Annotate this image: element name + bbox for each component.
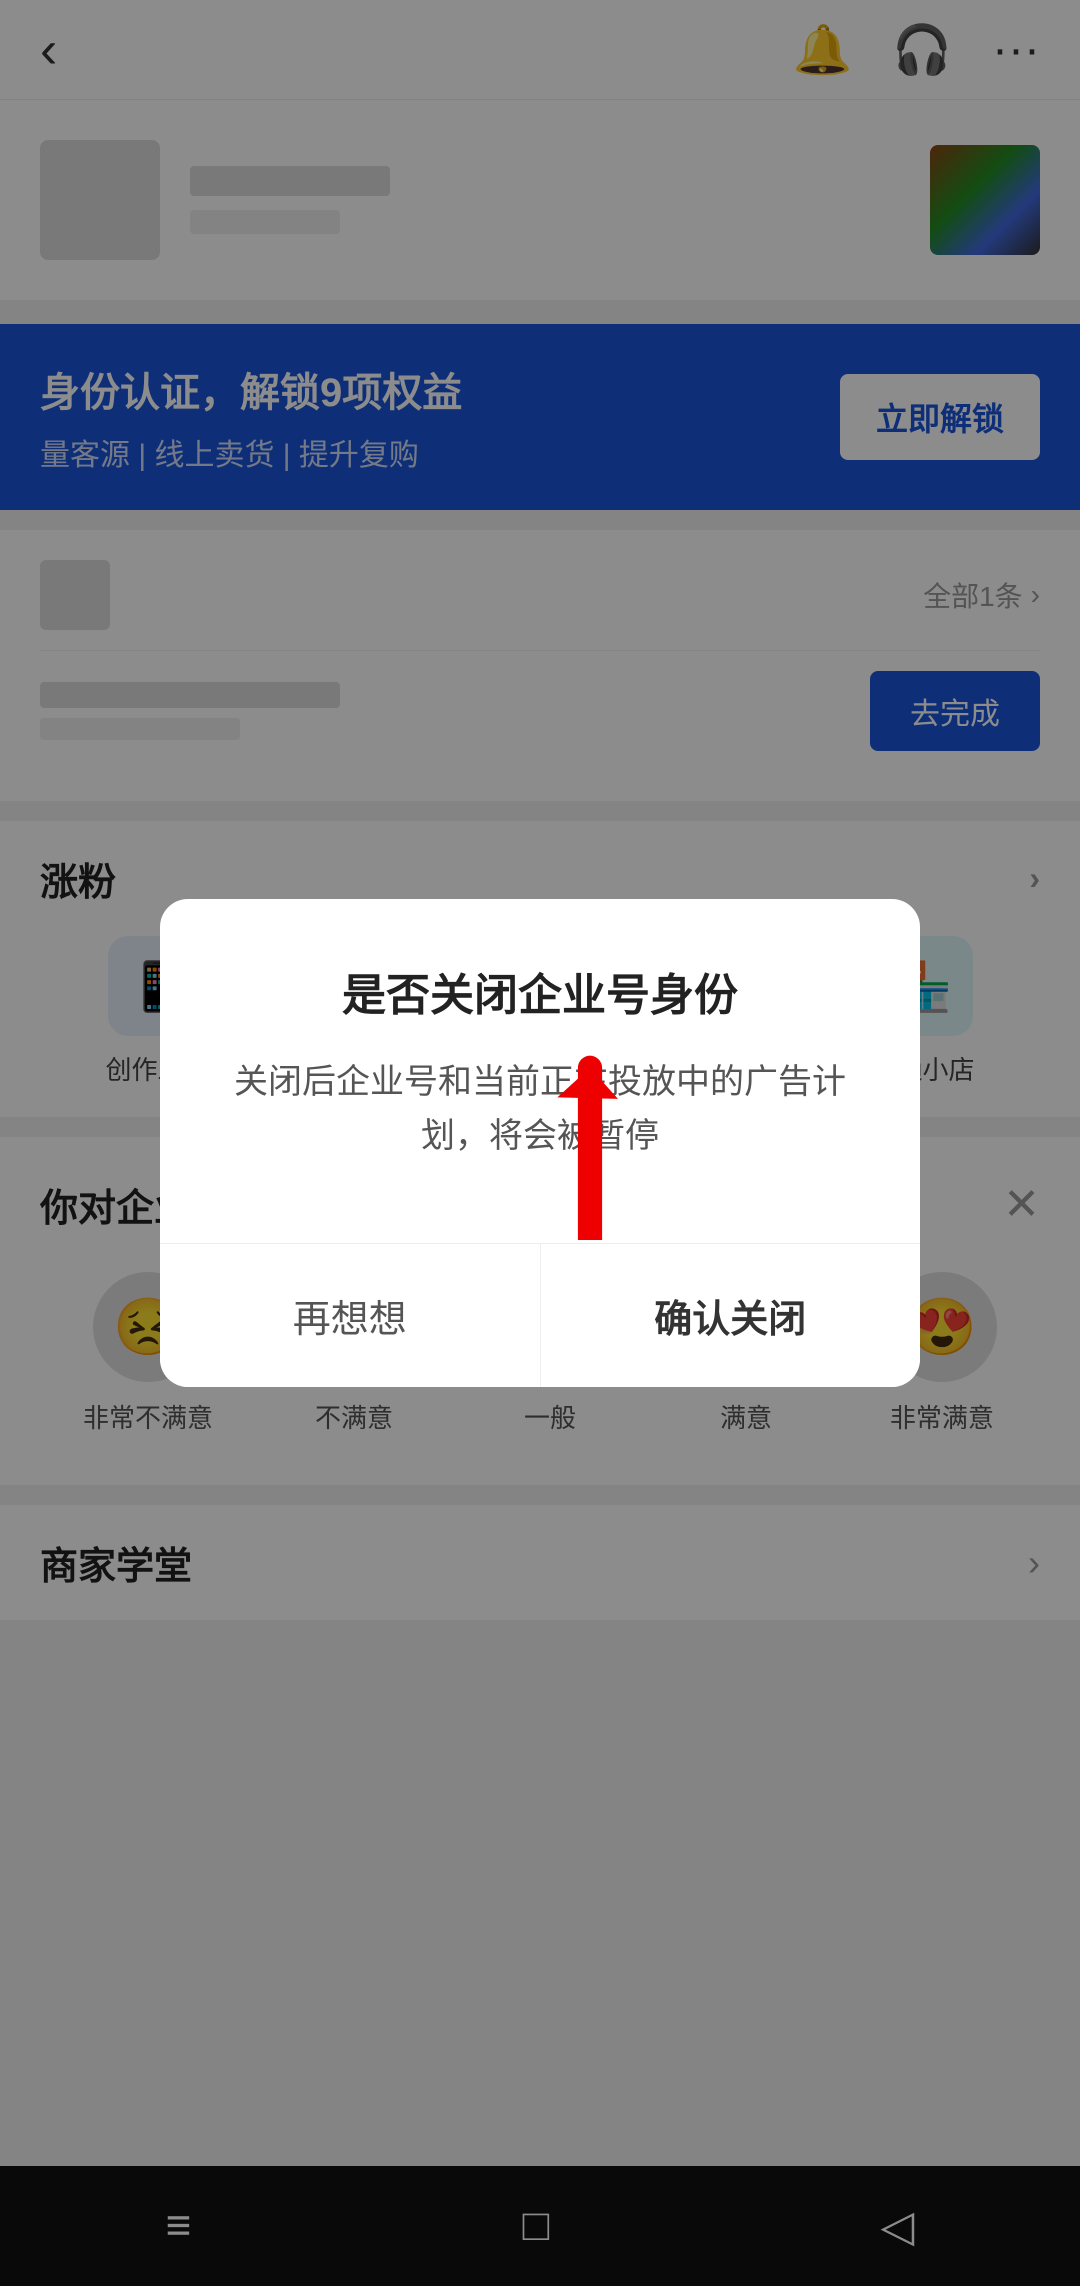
modal-overlay: 是否关闭企业号身份 关闭后企业号和当前正在投放中的广告计划，将会被暂停 再想想 … xyxy=(0,0,1080,2286)
modal-footer: 再想想 确认关闭 xyxy=(160,1243,920,1387)
modal-desc: 关闭后企业号和当前正在投放中的广告计划，将会被暂停 xyxy=(220,1055,860,1164)
modal-cancel-button[interactable]: 再想想 xyxy=(160,1244,541,1387)
modal-dialog: 是否关闭企业号身份 关闭后企业号和当前正在投放中的广告计划，将会被暂停 再想想 … xyxy=(160,899,920,1388)
modal-confirm-button[interactable]: 确认关闭 xyxy=(541,1244,921,1387)
modal-title: 是否关闭企业号身份 xyxy=(220,959,860,1023)
modal-body: 是否关闭企业号身份 关闭后企业号和当前正在投放中的广告计划，将会被暂停 xyxy=(160,899,920,1204)
